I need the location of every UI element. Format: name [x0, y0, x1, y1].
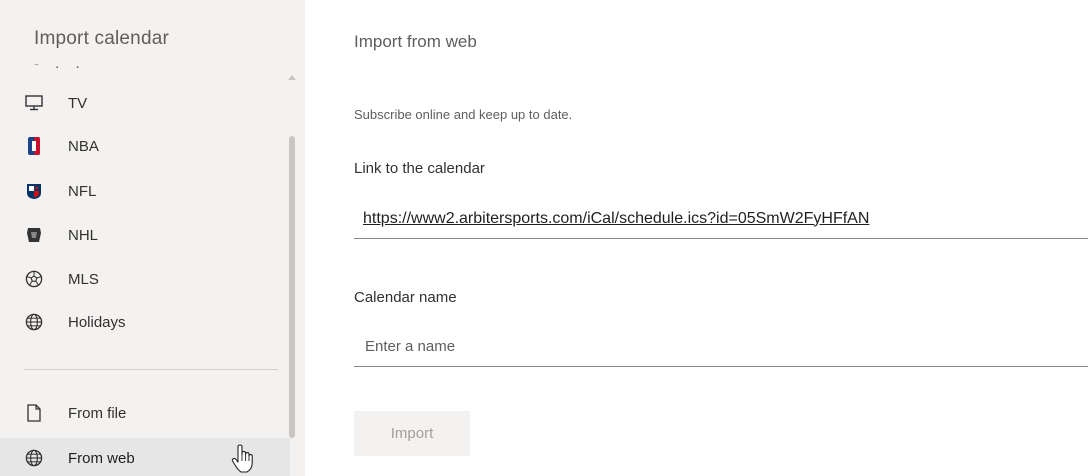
sidebar-item-holidays[interactable]: Holidays: [0, 302, 290, 342]
import-button[interactable]: Import: [354, 411, 470, 456]
sidebar-item-tv[interactable]: TV: [0, 83, 290, 123]
scroll-up-arrow-icon[interactable]: [287, 72, 297, 82]
sidebar-item-nfl[interactable]: NFL: [0, 171, 290, 211]
link-field-label: Link to the calendar: [354, 160, 485, 177]
sidebar-scrollbar[interactable]: [287, 64, 297, 474]
sidebar-title: Import calendar: [34, 28, 170, 49]
sidebar-item-from-file[interactable]: From file: [0, 393, 290, 433]
globe-icon: [24, 448, 44, 468]
sidebar-divider: [24, 369, 278, 370]
sidebar-item-label: MLS: [68, 270, 99, 288]
nhl-logo-icon: [24, 225, 44, 245]
page-subtitle: Subscribe online and keep up to date.: [354, 107, 573, 122]
name-field-label: Calendar name: [354, 289, 457, 306]
sidebar-item-label: NHL: [68, 226, 99, 244]
sidebar: Import calendar - . . TV NBA NFL NHL: [0, 0, 305, 476]
import-calendar-dialog: Import calendar - . . TV NBA NFL NHL: [0, 0, 1088, 476]
sidebar-item-label: NFL: [68, 182, 97, 200]
sidebar-item-label: NBA: [68, 137, 99, 155]
nba-logo-icon: [24, 136, 44, 156]
scrollbar-thumb[interactable]: [289, 136, 295, 438]
globe-icon: [24, 312, 44, 332]
sidebar-item-label: From file: [68, 404, 127, 422]
sidebar-item-label: From web: [68, 449, 135, 467]
calendar-link-input[interactable]: [354, 199, 1088, 239]
file-add-icon: [24, 403, 44, 423]
calendar-name-input[interactable]: [354, 327, 1088, 367]
clipped-sidebar-item: - . .: [32, 64, 92, 72]
sidebar-item-from-web[interactable]: From web: [0, 438, 290, 476]
tv-icon: [24, 93, 44, 113]
sidebar-item-mls[interactable]: MLS: [0, 259, 290, 299]
sidebar-item-nhl[interactable]: NHL: [0, 215, 290, 255]
sidebar-item-nba[interactable]: NBA: [0, 126, 290, 166]
main-panel: Import from web Subscribe online and kee…: [305, 0, 1088, 476]
page-title: Import from web: [354, 32, 477, 51]
soccer-ball-icon: [24, 269, 44, 289]
sidebar-item-label: Holidays: [68, 313, 126, 331]
nfl-logo-icon: [24, 181, 44, 201]
sidebar-item-label: TV: [68, 94, 88, 112]
